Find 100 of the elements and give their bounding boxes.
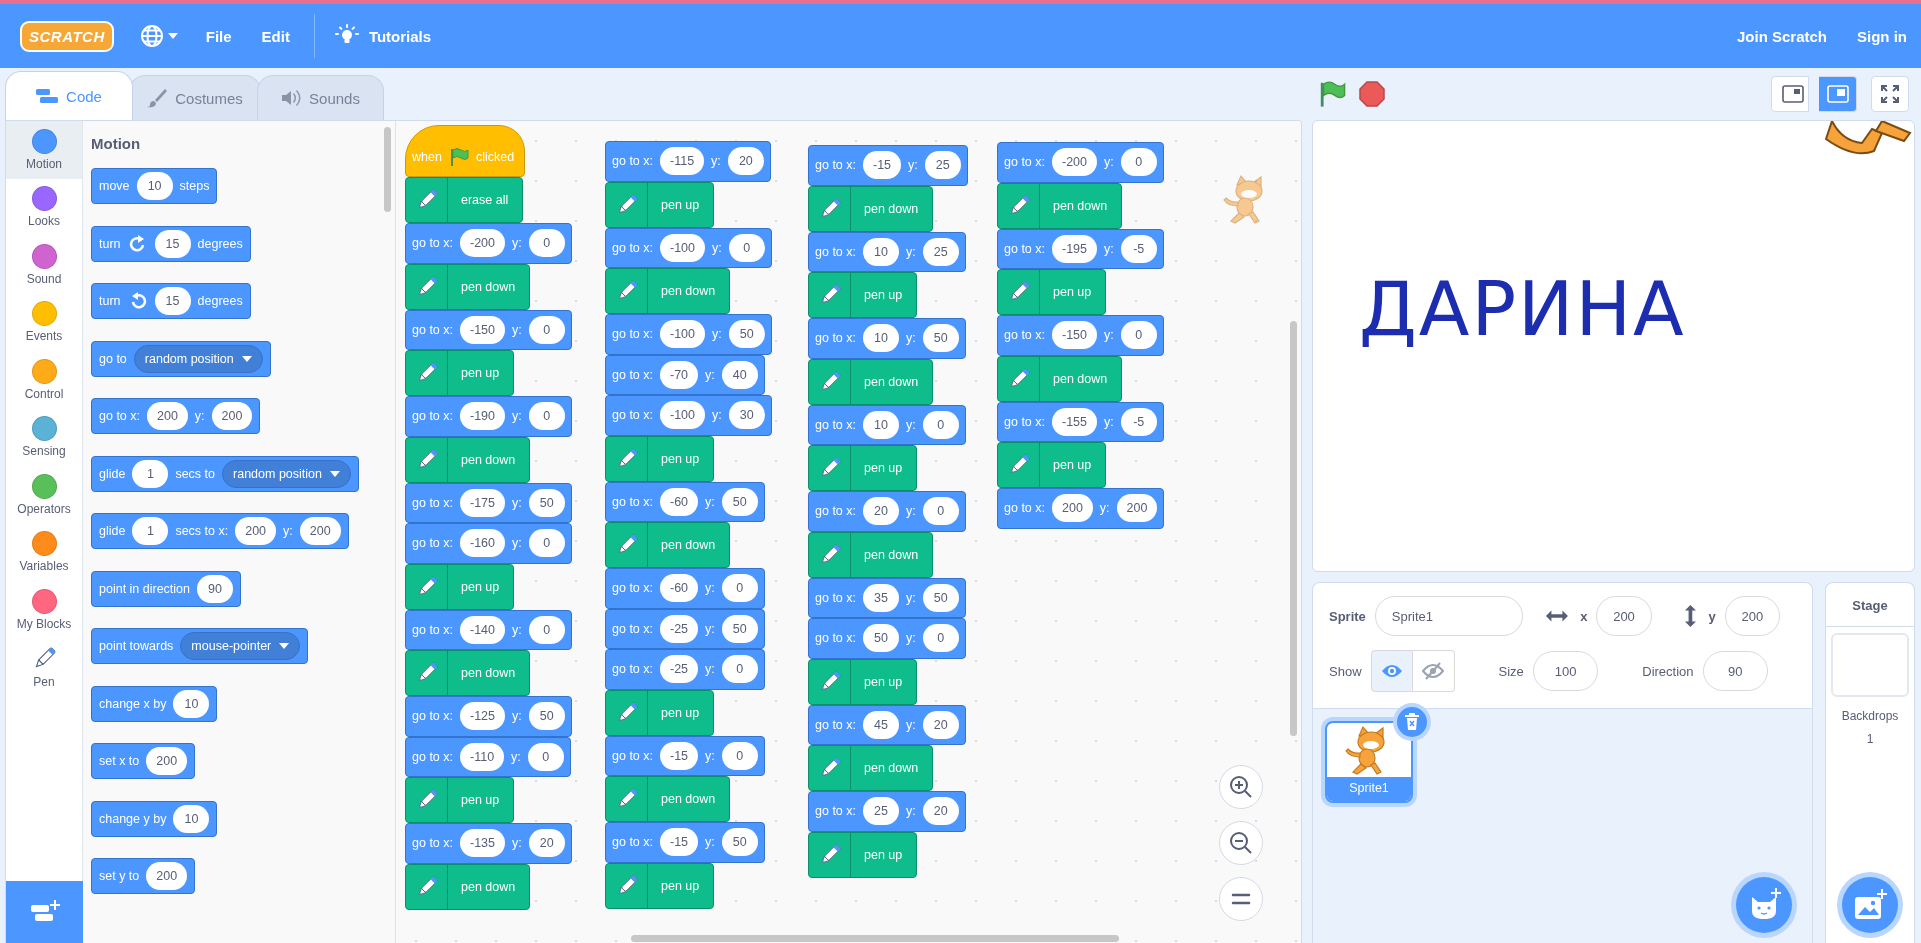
number-input[interactable]: -15 <box>660 741 699 770</box>
code-block[interactable]: go to x: -115 y: 20 <box>605 141 771 182</box>
number-input[interactable]: 1 <box>132 517 169 545</box>
code-block[interactable]: go to x: -15 y: 0 <box>605 735 765 776</box>
code-block[interactable]: go to x: 200 y: 200 <box>997 488 1165 529</box>
code-block[interactable]: go to x: 10 y: 50 <box>808 318 966 359</box>
code-block[interactable]: go to x: 50 y: 0 <box>808 618 966 659</box>
number-input[interactable]: 50 <box>922 583 959 612</box>
number-input[interactable]: 50 <box>528 702 565 731</box>
backdrop-thumbnail[interactable] <box>1831 633 1909 697</box>
number-input[interactable]: 0 <box>1120 148 1157 177</box>
code-block[interactable]: go to x: -15 y: 50 <box>605 822 765 863</box>
number-input[interactable]: 20 <box>727 147 764 176</box>
number-input[interactable]: -100 <box>660 401 706 430</box>
code-block[interactable]: change x by 10 <box>91 685 218 722</box>
number-input[interactable]: 15 <box>154 287 191 315</box>
code-block[interactable]: go to x: -200 y: 0 <box>405 223 572 264</box>
code-block[interactable]: go to x: -150 y: 0 <box>405 309 572 350</box>
number-input[interactable]: 10 <box>863 237 899 266</box>
code-block[interactable]: glide 1 secs to random position <box>91 455 359 492</box>
scrollbar[interactable] <box>384 127 391 212</box>
code-block[interactable]: go to x: 25 y: 20 <box>808 791 966 832</box>
code-block[interactable]: turn 15 degrees <box>91 283 251 319</box>
small-stage-button[interactable] <box>1771 76 1809 112</box>
code-block[interactable]: go to x: -25 y: 50 <box>605 608 765 649</box>
dropdown-menu[interactable]: random position <box>222 459 351 488</box>
number-input[interactable]: -195 <box>1052 234 1098 263</box>
number-input[interactable]: 0 <box>728 233 765 262</box>
normal-stage-button[interactable] <box>1819 76 1857 112</box>
number-input[interactable]: -15 <box>863 151 902 180</box>
code-block[interactable]: go to random position <box>91 340 271 377</box>
scrollbar[interactable] <box>631 935 1119 942</box>
code-block[interactable]: go to x: -135 y: 20 <box>405 823 572 864</box>
number-input[interactable]: 0 <box>922 624 959 653</box>
number-input[interactable]: 0 <box>528 315 565 344</box>
number-input[interactable]: -15 <box>660 828 699 857</box>
code-block[interactable]: go to x: -175 y: 50 <box>405 482 572 523</box>
number-input[interactable]: -155 <box>1052 407 1098 436</box>
number-input[interactable]: -25 <box>660 655 699 684</box>
code-block[interactable]: set x to 200 <box>91 743 196 779</box>
scrollbar[interactable] <box>1290 321 1297 736</box>
number-input[interactable]: 50 <box>863 624 899 653</box>
code-block[interactable]: go to x: 10 y: 25 <box>808 231 966 272</box>
number-input[interactable]: -125 <box>460 702 506 731</box>
number-input[interactable]: 0 <box>922 410 959 439</box>
number-input[interactable]: 200 <box>235 517 277 545</box>
number-input[interactable]: 10 <box>173 689 210 718</box>
code-block[interactable]: point towards mouse-pointer <box>91 628 309 664</box>
number-input[interactable]: -150 <box>460 315 506 344</box>
code-block[interactable]: turn 15 degrees <box>91 225 251 262</box>
show-button[interactable] <box>1370 650 1413 692</box>
number-input[interactable]: -60 <box>660 574 699 603</box>
number-input[interactable]: -25 <box>660 614 699 643</box>
code-block[interactable]: go to x: -125 y: 50 <box>405 696 572 737</box>
number-input[interactable]: -140 <box>460 615 506 644</box>
category-item[interactable]: Motion <box>6 121 82 179</box>
number-input[interactable]: 20 <box>922 797 959 826</box>
number-input[interactable]: 50 <box>528 488 565 517</box>
number-input[interactable]: -60 <box>660 487 699 516</box>
number-input[interactable]: 0 <box>527 742 564 771</box>
category-item[interactable]: Looks <box>6 178 82 236</box>
code-block[interactable]: go to x: -60 y: 0 <box>605 568 765 609</box>
number-input[interactable]: 0 <box>528 615 565 644</box>
code-block[interactable]: go to x: 10 y: 0 <box>808 404 966 445</box>
number-input[interactable]: 20 <box>863 497 899 526</box>
number-input[interactable]: 200 <box>211 402 253 430</box>
number-input[interactable]: 200 <box>1052 494 1093 523</box>
number-input[interactable]: 200 <box>146 862 188 890</box>
number-input[interactable]: 90 <box>197 574 234 603</box>
category-item[interactable]: Operators <box>6 466 82 524</box>
number-input[interactable]: 50 <box>721 614 758 643</box>
number-input[interactable]: -135 <box>460 829 506 858</box>
category-item[interactable]: Sound <box>6 236 82 294</box>
fullscreen-button[interactable] <box>1871 76 1909 112</box>
code-block[interactable]: go to x: 200 y: 200 <box>91 398 261 434</box>
code-block[interactable]: go to x: -195 y: -5 <box>997 228 1164 269</box>
number-input[interactable]: 0 <box>528 529 565 558</box>
code-block[interactable]: go to x: -160 y: 0 <box>405 523 572 564</box>
number-input[interactable]: 10 <box>136 172 173 200</box>
code-block[interactable]: go to x: -150 y: 0 <box>997 315 1164 356</box>
number-input[interactable]: 10 <box>863 324 899 353</box>
number-input[interactable]: -110 <box>460 742 505 771</box>
number-input[interactable]: -160 <box>460 529 506 558</box>
number-input[interactable]: 30 <box>728 401 765 430</box>
number-input[interactable]: 0 <box>922 497 959 526</box>
delete-button[interactable] <box>1397 707 1427 737</box>
code-block[interactable]: go to x: -190 y: 0 <box>405 396 572 437</box>
number-input[interactable]: 20 <box>922 710 959 739</box>
code-block[interactable]: go to x: -15 y: 25 <box>808 145 968 186</box>
category-item[interactable]: Control <box>6 351 82 409</box>
number-input[interactable]: 50 <box>922 324 959 353</box>
number-input[interactable]: 50 <box>721 487 758 516</box>
dropdown-menu[interactable]: random position <box>133 344 263 373</box>
number-input[interactable]: 200 <box>1116 494 1158 523</box>
code-block[interactable]: go to x: -100 y: 0 <box>605 227 772 268</box>
code-block[interactable]: set y to 200 <box>91 858 196 894</box>
code-block[interactable]: go to x: -155 y: -5 <box>997 401 1164 442</box>
number-input[interactable]: 0 <box>721 741 758 770</box>
number-input[interactable]: -5 <box>1120 234 1157 263</box>
code-block[interactable]: go to x: -70 y: 40 <box>605 354 765 395</box>
